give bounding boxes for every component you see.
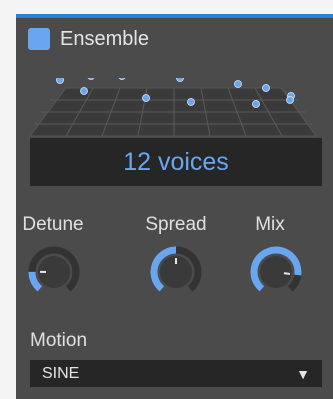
motion-selected-value: SINE xyxy=(42,364,80,382)
voice-dot[interactable] xyxy=(56,78,64,84)
spread-label: Spread xyxy=(145,214,207,235)
mix-knob[interactable] xyxy=(248,244,304,300)
voice-dot[interactable] xyxy=(80,87,88,95)
detune-knob[interactable] xyxy=(26,244,82,300)
ensemble-enable-toggle[interactable] xyxy=(28,28,50,50)
panel-header: Ensemble xyxy=(28,26,149,52)
dropdown-arrow-icon: ▼ xyxy=(296,365,310,382)
voice-dot[interactable] xyxy=(118,78,126,80)
mix-label: Mix xyxy=(255,214,285,235)
knob-body xyxy=(260,256,292,288)
voice-dot[interactable] xyxy=(142,94,150,102)
detune-label: Detune xyxy=(22,214,84,235)
motion-select[interactable]: SINE ▼ xyxy=(30,360,322,387)
panel-title: Ensemble xyxy=(60,27,149,50)
voice-dot[interactable] xyxy=(187,98,195,106)
voice-dot[interactable] xyxy=(286,96,294,104)
knob-pointer xyxy=(283,272,291,275)
ensemble-panel: Ensemble 12 voices Detune Spread Mix Mot… xyxy=(16,14,333,399)
voice-count-text: 12 voices xyxy=(123,147,229,176)
voice-dot[interactable] xyxy=(176,78,184,82)
voice-dot[interactable] xyxy=(252,100,260,108)
voice-dot[interactable] xyxy=(87,78,95,80)
voice-dot[interactable] xyxy=(234,80,242,88)
voice-count-display: 12 voices xyxy=(30,138,322,186)
spread-knob[interactable] xyxy=(148,244,204,300)
motion-label: Motion xyxy=(30,330,88,351)
voice-dot[interactable] xyxy=(262,84,270,92)
